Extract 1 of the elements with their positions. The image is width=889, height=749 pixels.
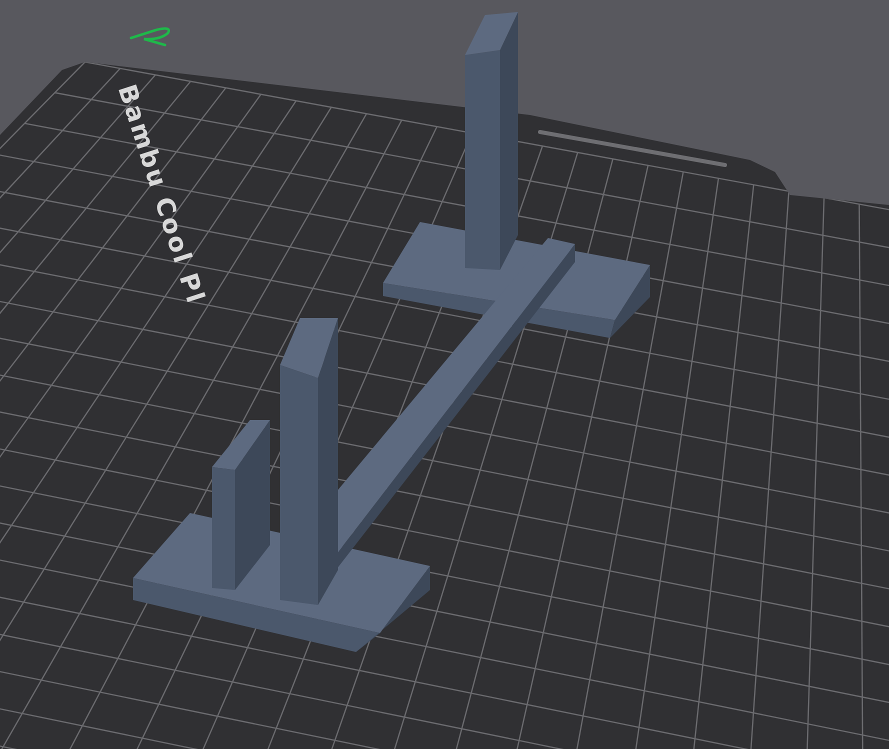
orientation-icon [130, 27, 170, 46]
